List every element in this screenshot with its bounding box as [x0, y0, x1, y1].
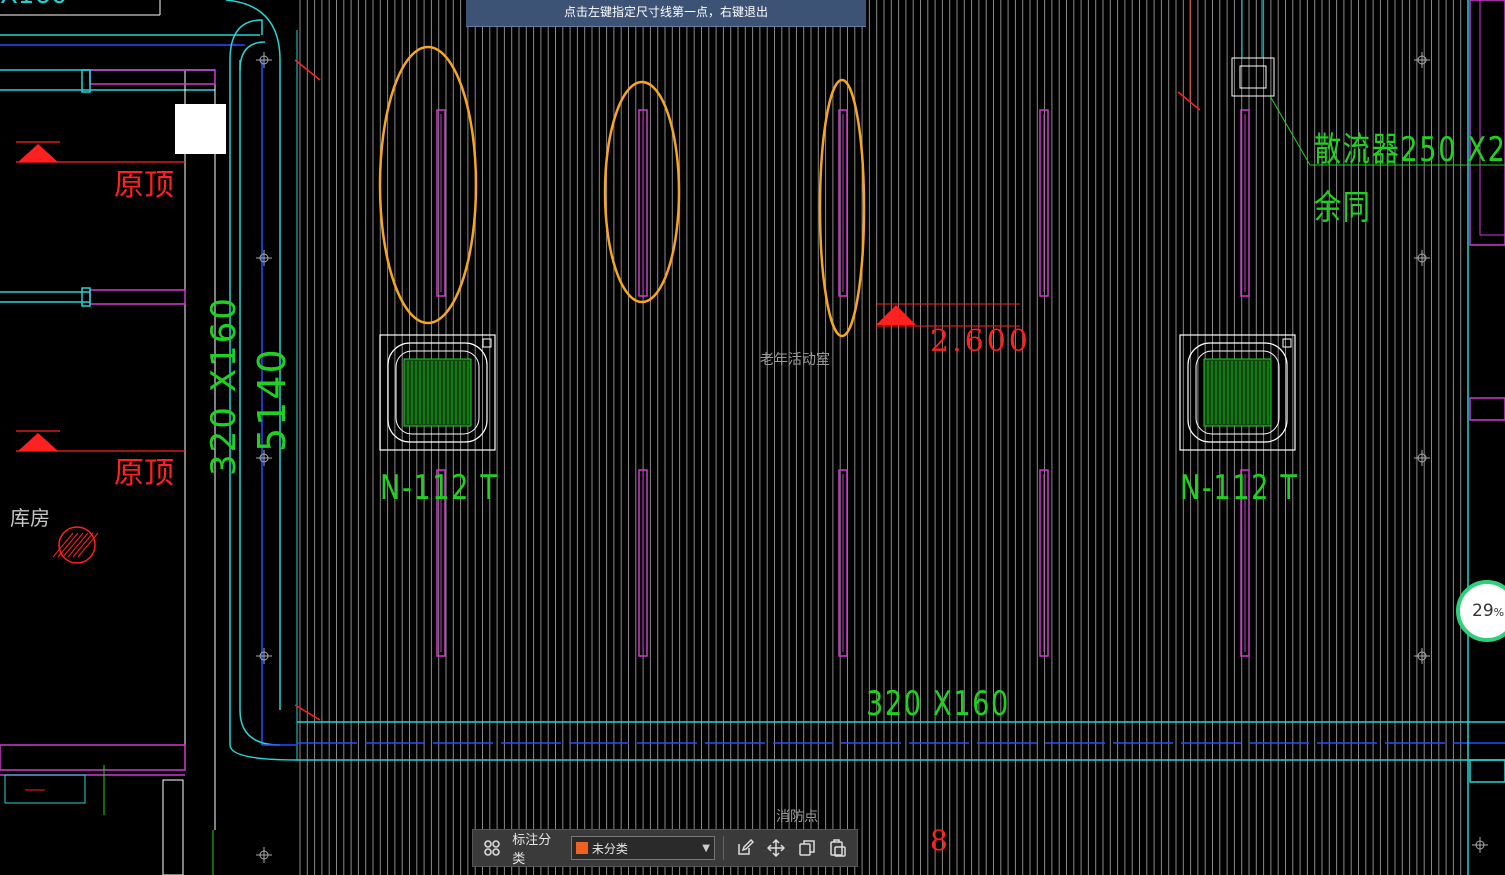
room-name-label: 老年活动室 [760, 352, 830, 368]
unit-label: N-112 T [1180, 468, 1299, 508]
leader-line [1269, 95, 1311, 166]
diffuser [1231, 57, 1275, 97]
hatch-line [72, 532, 94, 558]
bottom-small-label: 消防点 [776, 809, 818, 825]
move-icon[interactable] [763, 835, 788, 861]
partition [0, 744, 186, 771]
ac-grille [403, 358, 472, 427]
progress-value: 29 [1472, 601, 1494, 621]
duct-size-horizontal: 320 X160 [866, 684, 1010, 724]
category-label: 标注分类 [512, 833, 552, 867]
unit-label: N-112 T [380, 468, 499, 508]
grid-icon[interactable] [479, 835, 504, 861]
hatch-line [52, 532, 74, 558]
fixture [4, 774, 86, 804]
partition [1469, 397, 1505, 421]
wall-line [162, 779, 184, 875]
duct-elbow [239, 709, 281, 746]
ac-cassette [1282, 338, 1292, 348]
annotation-toolbar: 标注分类 未分类 ▼ [472, 829, 858, 867]
partition [89, 289, 186, 305]
chevron-down-icon: ▼ [702, 842, 710, 854]
highlight-ellipse [603, 80, 681, 304]
category-color-swatch [575, 842, 588, 854]
elevation-marker [876, 305, 916, 325]
orig-ceiling-label: 原顶 [114, 456, 174, 491]
storage-room-label: 库房 [10, 506, 50, 530]
diffuser-note-2: 余同 [1314, 188, 1372, 228]
ac-grille [1203, 358, 1272, 427]
partition [1469, 759, 1505, 783]
hatch-line [67, 532, 89, 558]
highlight-ellipse [818, 78, 866, 338]
paste-icon[interactable] [826, 835, 851, 861]
edit-icon[interactable] [732, 835, 757, 861]
bottom-mark: 8 [930, 824, 948, 857]
category-select[interactable]: 未分类 ▼ [570, 836, 715, 860]
column-stub [81, 287, 91, 307]
toolbar-divider [722, 836, 724, 860]
duct-elbow [225, 0, 281, 61]
hatched-circle [58, 526, 96, 564]
duct-size-fragment: X160 [0, 0, 67, 10]
hatch-line [62, 532, 84, 558]
column-stub [81, 69, 91, 93]
elevation-marker [18, 433, 58, 451]
diffuser [1239, 65, 1267, 89]
copy-icon[interactable] [794, 835, 819, 861]
partition [89, 69, 216, 85]
elevation-marker-value: 2.600 [930, 324, 1031, 359]
selection-box [175, 104, 226, 154]
orig-ceiling-label: 原顶 [114, 168, 174, 203]
duct-size-vertical: 320 X160 [204, 296, 244, 476]
category-value: 未分类 [591, 841, 628, 856]
elevation-marker [18, 144, 58, 162]
duct-elbow [229, 19, 263, 61]
dimension-tick [1177, 91, 1201, 111]
elevation-vertical: 5140 [250, 347, 294, 452]
diffuser-note: 散流器250 X250 [1314, 130, 1505, 170]
progress-unit: % [1493, 606, 1505, 619]
duct-elbow [229, 744, 298, 761]
command-hint-bar: 点击左键指定尺寸线第一点，右键退出 [466, 0, 866, 27]
partition [1479, 0, 1505, 236]
